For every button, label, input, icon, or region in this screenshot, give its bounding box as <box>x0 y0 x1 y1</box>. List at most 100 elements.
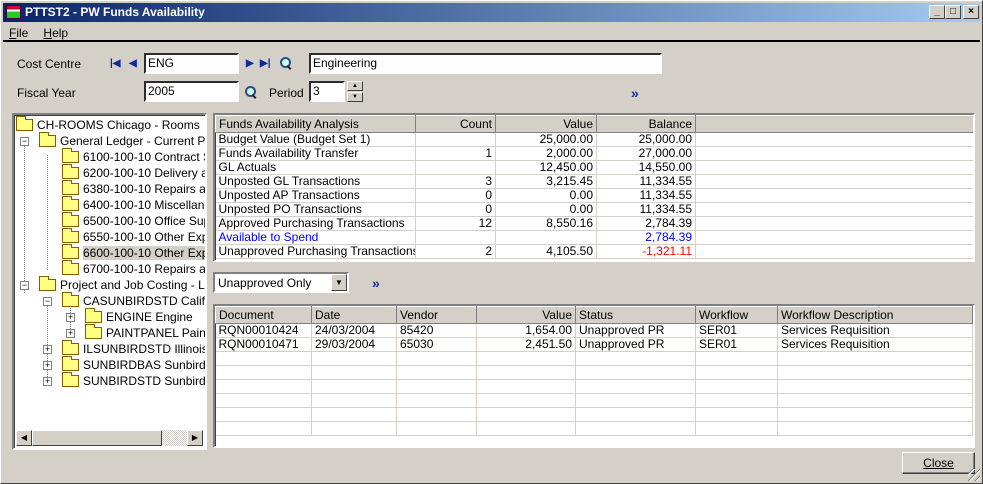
analysis-cell: GL Actuals <box>215 160 416 175</box>
expand-double-arrow-icon[interactable]: » <box>372 275 380 291</box>
empty-row[interactable] <box>215 393 973 408</box>
period-input[interactable]: 3 <box>309 81 345 102</box>
tree-node[interactable]: ILSUNBIRDSTD Illinois - S <box>62 340 205 357</box>
tree-node[interactable]: 6380-100-10 Repairs and <box>62 180 205 197</box>
first-record-icon[interactable]: |◀ <box>110 58 121 69</box>
analysis-cell: 2,000.00 <box>495 146 597 161</box>
account-tree[interactable]: CH-ROOMS Chicago - Rooms − General Ledge… <box>12 113 207 450</box>
analysis-row[interactable]: GL Actuals 12,450.00 14,550.00 <box>215 160 973 175</box>
scroll-thumb[interactable] <box>32 430 162 446</box>
analysis-cell: 1 <box>415 146 496 161</box>
documents-grid[interactable]: Document Date Vendor Value Status Workfl… <box>213 304 975 448</box>
column-header[interactable]: Value <box>476 306 576 324</box>
analysis-cell: 3,215.45 <box>495 174 597 189</box>
analysis-cell: 11,334.55 <box>596 174 696 189</box>
tree-node[interactable]: PAINTPANEL Paint and <box>85 324 205 341</box>
empty-row[interactable] <box>215 379 973 394</box>
column-header[interactable]: Vendor <box>396 306 477 324</box>
column-header[interactable]: Count <box>415 115 496 133</box>
analysis-row[interactable]: Approved Purchasing Transactions 12 8,550.… <box>215 216 973 231</box>
scroll-left-button[interactable]: ◀ <box>16 430 32 446</box>
fiscal-year-input[interactable]: 2005 <box>144 81 239 102</box>
filter-dropdown[interactable]: Unapproved Only ▼ <box>213 272 349 293</box>
empty-row[interactable] <box>215 365 973 380</box>
period-down-button[interactable]: ▼ <box>347 92 363 102</box>
analysis-row[interactable]: Budget Value (Budget Set 1) 25,000.00 25,0… <box>215 132 973 147</box>
tree-node[interactable]: CASUNBIRDSTD California <box>62 292 205 309</box>
collapse-icon[interactable]: − <box>20 137 29 146</box>
column-header[interactable]: Workflow Description <box>777 306 973 324</box>
minimize-button[interactable]: _ <box>929 5 945 19</box>
tree-node[interactable]: 6550-100-10 Other Expenses <box>62 228 205 245</box>
tree-node[interactable]: 6100-100-10 Contract Services <box>62 148 205 165</box>
document-cell: Services Requisition <box>777 323 973 338</box>
cost-centre-input[interactable]: ENG <box>144 53 239 74</box>
column-header[interactable]: Value <box>495 115 597 133</box>
maximize-button[interactable]: □ <box>945 5 961 19</box>
empty-row[interactable] <box>215 351 973 366</box>
collapse-icon[interactable]: − <box>20 281 29 290</box>
close-window-button[interactable]: × <box>963 5 979 19</box>
expand-icon[interactable]: + <box>43 361 52 370</box>
funds-analysis-grid[interactable]: Funds Availability Analysis Count Value … <box>213 113 975 262</box>
analysis-cell <box>695 132 973 147</box>
analysis-cell <box>415 160 496 175</box>
expand-icon[interactable]: + <box>66 329 75 338</box>
analysis-row[interactable]: Unposted PO Transactions 0 0.00 11,334.55 <box>215 202 973 217</box>
tree-root[interactable]: CH-ROOMS Chicago - Rooms <box>16 116 200 133</box>
empty-row[interactable] <box>215 407 973 422</box>
column-header[interactable]: Funds Availability Analysis <box>215 115 416 133</box>
chevron-down-icon[interactable]: ▼ <box>331 274 347 291</box>
document-cell <box>311 407 397 422</box>
analysis-row[interactable]: Unposted GL Transactions 3 3,215.45 11,334.… <box>215 174 973 189</box>
folder-icon <box>62 260 79 275</box>
document-cell <box>695 351 778 366</box>
tree-node[interactable]: 6400-100-10 Miscellaneous <box>62 196 205 213</box>
analysis-row[interactable]: Funds Availability Transfer 1 2,000.00 27,0… <box>215 146 973 161</box>
expand-icon[interactable]: + <box>43 345 52 354</box>
next-record-icon[interactable]: ▶ <box>246 58 254 69</box>
column-header[interactable]: Status <box>575 306 696 324</box>
menu-file[interactable]: File <box>3 24 34 42</box>
tree-node[interactable]: General Ledger - Current Period <box>39 132 205 149</box>
tree-node[interactable]: 6700-100-10 Repairs and <box>62 260 205 277</box>
folder-icon <box>62 228 79 243</box>
tree-node[interactable]: 6500-100-10 Office Supplies <box>62 212 205 229</box>
cost-centre-search-icon[interactable] <box>280 57 292 69</box>
app-icon <box>6 5 21 19</box>
tree-node[interactable]: SUNBIRDSTD Sunbird St <box>62 372 205 389</box>
column-header[interactable]: Date <box>311 306 397 324</box>
menu-help[interactable]: Help <box>37 24 74 42</box>
previous-record-icon[interactable]: ◀ <box>129 58 137 69</box>
scroll-right-button[interactable]: ▶ <box>187 430 203 446</box>
close-button[interactable]: Close <box>902 452 975 474</box>
fiscal-year-search-icon[interactable] <box>245 86 257 98</box>
period-up-button[interactable]: ▲ <box>347 81 363 91</box>
tree-node-selected[interactable]: 6600-100-10 Other Expenses <box>62 244 205 261</box>
analysis-row[interactable]: Unapproved Purchasing Transactions 2 4,105… <box>215 244 973 259</box>
expand-double-arrow-icon[interactable]: » <box>631 85 639 101</box>
folder-icon <box>62 292 79 307</box>
empty-row[interactable] <box>215 421 973 436</box>
analysis-row[interactable]: Available to Spend 2,784.39 <box>215 230 973 245</box>
tree-node[interactable]: 6200-100-10 Delivery and <box>62 164 205 181</box>
document-row[interactable]: RQN00010424 24/03/2004 85420 1,654.00 Unappr… <box>215 323 973 338</box>
expand-icon[interactable]: + <box>43 377 52 386</box>
column-header[interactable]: Document <box>215 306 312 324</box>
collapse-icon[interactable]: − <box>43 297 52 306</box>
document-cell <box>311 393 397 408</box>
resize-grip[interactable] <box>968 469 980 481</box>
tree-node[interactable]: Project and Job Costing - Life T <box>39 276 205 293</box>
column-header[interactable]: Workflow <box>695 306 778 324</box>
analysis-cell <box>695 188 973 203</box>
analysis-row[interactable]: Unposted AP Transactions 0 0.00 11,334.55 <box>215 188 973 203</box>
document-cell <box>575 379 696 394</box>
analysis-cell: 2,784.39 <box>596 230 696 245</box>
tree-node[interactable]: SUNBIRDBAS Sunbird Ba <box>62 356 205 373</box>
tree-horizontal-scrollbar[interactable]: ◀ ▶ <box>16 430 203 446</box>
document-row[interactable]: RQN00010471 29/03/2004 65030 2,451.50 Unappr… <box>215 337 973 352</box>
last-record-icon[interactable]: ▶| <box>260 58 271 69</box>
column-header[interactable]: Balance <box>596 115 696 133</box>
expand-icon[interactable]: + <box>66 313 75 322</box>
tree-node[interactable]: ENGINE Engine <box>85 308 193 325</box>
